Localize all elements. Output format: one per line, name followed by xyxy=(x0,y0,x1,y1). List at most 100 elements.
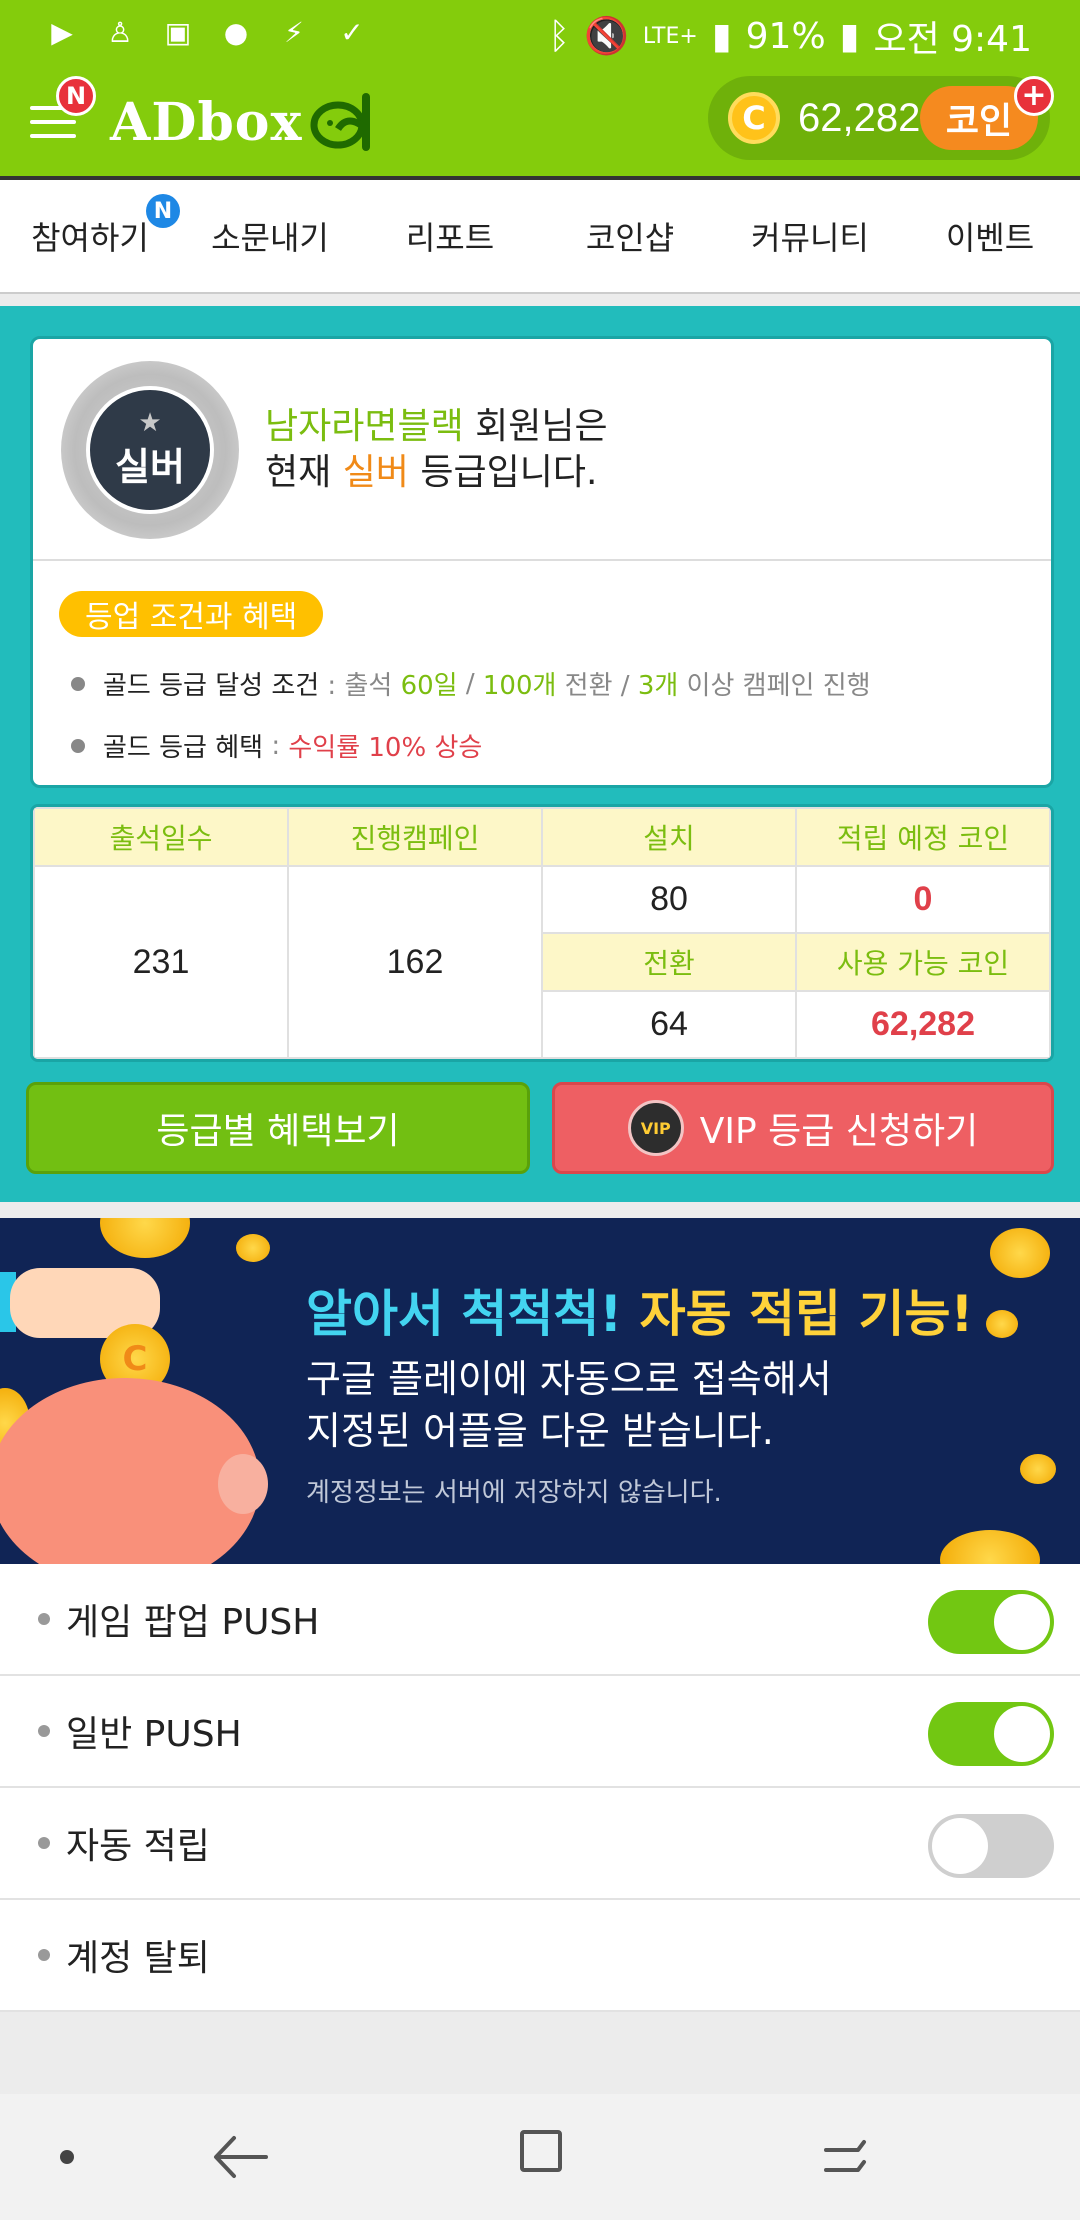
header-usable-coin: 사용 가능 코인 xyxy=(795,932,1051,992)
gold-coin-icon xyxy=(1020,1454,1056,1484)
tab-participate[interactable]: 참여하기 N xyxy=(0,180,180,292)
tab-new-badge: N xyxy=(146,194,180,228)
bullet-icon xyxy=(38,1837,50,1849)
tab-report[interactable]: 리포트 xyxy=(360,180,540,292)
talk-icon: ● xyxy=(223,15,249,49)
divider xyxy=(33,559,1051,561)
current-grade: 실버 xyxy=(342,452,409,493)
logo-mascot-icon xyxy=(310,93,371,151)
grade-card: ★ 실버 남자라면블랙 회원님은 현재 실버 등급입니다. 등업 조건과 혜택 … xyxy=(30,336,1054,788)
grade-benefits-button[interactable]: 등급별 혜택보기 xyxy=(26,1082,530,1174)
setting-label: 자동 적립 xyxy=(66,1826,210,1867)
general-push-toggle[interactable] xyxy=(928,1702,1054,1766)
bullet-icon xyxy=(38,1613,50,1625)
banner-note: 계정정보는 서버에 저장하지 않습니다. xyxy=(306,1478,722,1508)
recent-apps-icon[interactable] xyxy=(820,2132,870,2182)
medal-face: ★ 실버 xyxy=(86,386,214,514)
setting-label: 게임 팝업 PUSH xyxy=(66,1602,320,1643)
banner-title: 알아서 척척척! 자동 적립 기능! xyxy=(306,1274,973,1346)
tab-label: 참여하기 xyxy=(31,219,149,257)
condition-tail: 이상 캠페인 진행 xyxy=(678,671,871,701)
star-icon: ★ xyxy=(138,407,162,438)
settings-list: 게임 팝업 PUSH 일반 PUSH 자동 적립 계정 탈퇴 xyxy=(0,1564,1080,2012)
condition-label: 골드 등급 달성 조건 xyxy=(103,671,320,701)
silver-medal-icon: ★ 실버 xyxy=(61,361,239,539)
auto-earn-toggle[interactable] xyxy=(928,1814,1054,1878)
vip-apply-button[interactable]: VIP VIP 등급 신청하기 xyxy=(552,1082,1054,1174)
check-icon: ✓ xyxy=(340,15,364,49)
tab-label: 소문내기 xyxy=(211,219,329,257)
toggle-knob xyxy=(994,1706,1050,1762)
person-icon: ♙ xyxy=(107,15,133,49)
header-expected-coin: 적립 예정 코인 xyxy=(795,807,1051,867)
setting-game-popup-push: 게임 팝업 PUSH xyxy=(0,1564,1080,1676)
tab-label: 이벤트 xyxy=(945,219,1035,257)
gold-coin-icon xyxy=(940,1530,1040,1564)
grade-suffix: 등급입니다. xyxy=(408,452,598,493)
battery-percent: 91% xyxy=(745,15,826,57)
grade-section: ★ 실버 남자라면블랙 회원님은 현재 실버 등급입니다. 등업 조건과 혜택 … xyxy=(0,306,1080,1202)
condition-sep: : 출석 xyxy=(319,671,401,701)
plus-icon[interactable]: + xyxy=(1014,76,1054,116)
benefit-label: 골드 등급 혜택 xyxy=(103,733,264,763)
auto-earn-banner[interactable]: C 알아서 척척척! 자동 적립 기능! 구글 플레이에 자동으로 접속해서 지… xyxy=(0,1218,1080,1564)
play-icon: ▶ xyxy=(51,15,73,49)
benefit-sep: : xyxy=(263,730,289,761)
coin-amount: 62,282 xyxy=(798,96,921,140)
piggy-snout xyxy=(218,1454,268,1514)
gold-coin-icon xyxy=(100,1218,190,1258)
nickname: 남자라면블랙 xyxy=(265,406,464,447)
header-campaigns: 진행캠페인 xyxy=(287,807,543,867)
menu-new-badge: N xyxy=(56,76,96,116)
app-logo[interactable]: ADbox xyxy=(110,90,390,154)
value-campaigns: 162 xyxy=(287,865,543,1059)
banner-title-a: 알아서 척척척! xyxy=(306,1285,640,1343)
bullet-icon xyxy=(38,1949,50,1961)
grade-status: 현재 실버 등급입니다. xyxy=(265,443,597,495)
header-install: 설치 xyxy=(541,807,797,867)
value-conversion: 64 xyxy=(541,990,797,1059)
grade-prefix: 현재 xyxy=(265,452,343,493)
value-expected-coin: 0 xyxy=(795,865,1051,934)
coin-symbol: C xyxy=(122,1339,148,1379)
app-bar: N ADbox C 62,282 코인 + xyxy=(0,64,1080,176)
tab-label: 커뮤니티 xyxy=(751,219,869,257)
gold-coin-icon xyxy=(990,1228,1050,1278)
header-conversion: 전환 xyxy=(541,932,797,992)
toggle-knob xyxy=(994,1594,1050,1650)
logo-text: ADbox xyxy=(110,91,303,153)
tab-label: 리포트 xyxy=(405,219,495,257)
condition-conversions: 100개 xyxy=(482,671,557,701)
tab-community[interactable]: 커뮤니티 xyxy=(720,180,900,292)
gold-benefit: 골드 등급 혜택 : 수익률 10% 상승 xyxy=(71,727,482,764)
network-label: LTE+ xyxy=(642,23,698,49)
notification-icons: ▶ ♙ ▣ ● ⚡ ✓ xyxy=(44,14,370,50)
signal-icon: ▮ xyxy=(711,15,732,57)
system-icons: ᛒ 🔇 LTE+ ▮ 91% ▮ 오전 9:41 xyxy=(548,10,1032,62)
vip-apply-label: VIP 등급 신청하기 xyxy=(699,1111,979,1152)
top-header: ▶ ♙ ▣ ● ⚡ ✓ ᛒ 🔇 LTE+ ▮ 91% ▮ 오전 9:41 N A… xyxy=(0,0,1080,176)
bullet-icon xyxy=(71,738,85,753)
game-popup-push-toggle[interactable] xyxy=(928,1590,1054,1654)
back-icon[interactable] xyxy=(212,2132,268,2182)
setting-label: 일반 PUSH xyxy=(66,1714,242,1755)
battery-icon: ▮ xyxy=(839,15,860,57)
mute-icon: 🔇 xyxy=(584,16,629,57)
coin-balance[interactable]: C 62,282 코인 + xyxy=(708,76,1054,160)
gold-coin-icon xyxy=(236,1234,270,1262)
bolt-icon: ⚡ xyxy=(284,15,304,49)
condition-conv-text: 전환 / xyxy=(556,671,638,701)
tab-coinshop[interactable]: 코인샵 xyxy=(540,180,720,292)
tab-event[interactable]: 이벤트 xyxy=(900,180,1080,292)
setting-general-push: 일반 PUSH xyxy=(0,1676,1080,1788)
nav-indicator-icon xyxy=(60,2150,74,2164)
banner-line1: 구글 플레이에 자동으로 접속해서 xyxy=(306,1357,832,1401)
value-install: 80 xyxy=(541,865,797,934)
main-tabs: 참여하기 N 소문내기 리포트 코인샵 커뮤니티 이벤트 xyxy=(0,176,1080,294)
system-nav-bar xyxy=(0,2094,1080,2220)
home-icon[interactable] xyxy=(520,2130,562,2172)
tab-share[interactable]: 소문내기 xyxy=(180,180,360,292)
value-attendance: 231 xyxy=(33,865,289,1059)
setting-delete-account[interactable]: 계정 탈퇴 xyxy=(0,1900,1080,2012)
gold-condition: 골드 등급 달성 조건 : 출석 60일 / 100개 전환 / 3개 이상 캠… xyxy=(71,665,871,702)
